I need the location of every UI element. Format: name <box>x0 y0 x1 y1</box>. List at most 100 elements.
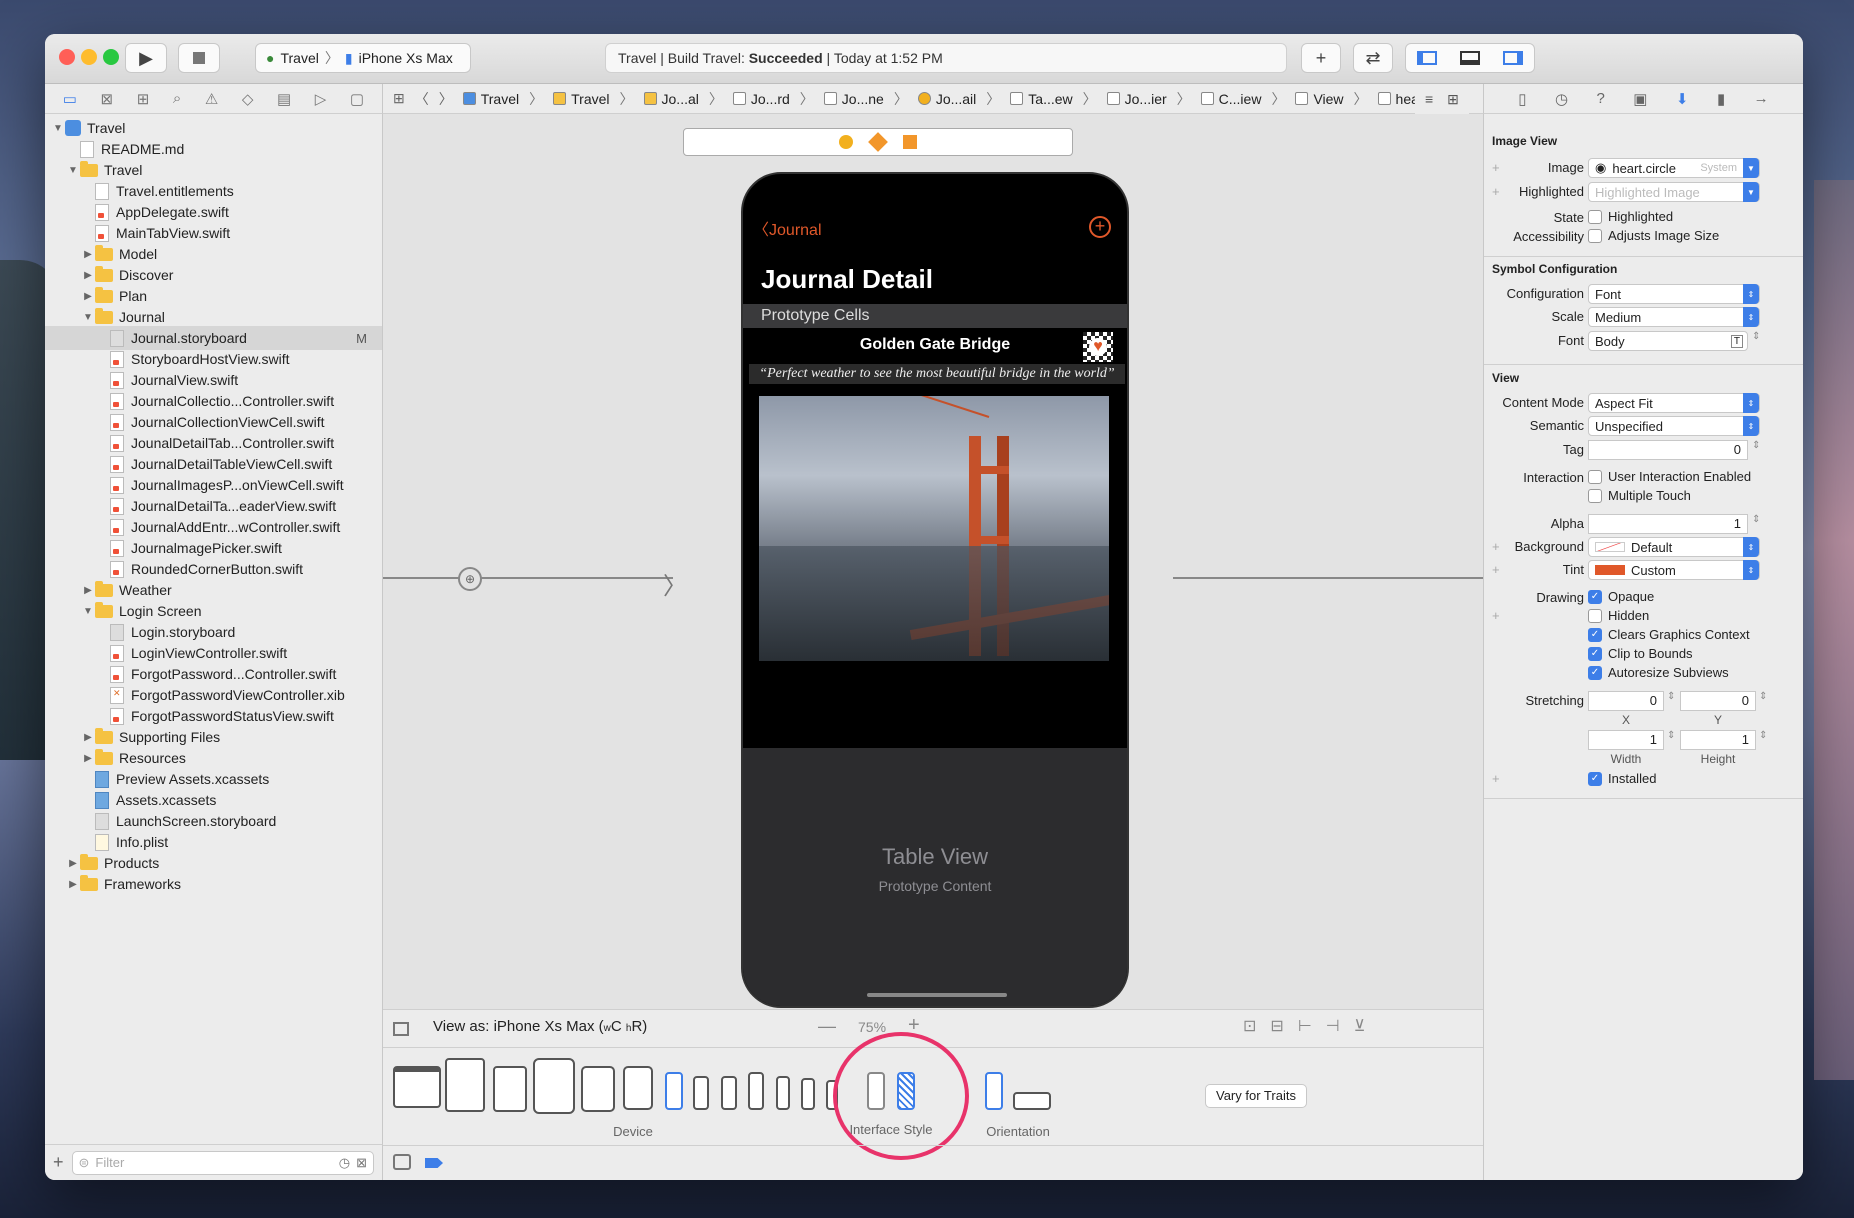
breakpoint-icon[interactable]: ▷ <box>315 90 327 108</box>
forward-icon[interactable]: 〉 <box>439 89 453 109</box>
warning-icon[interactable]: ⚠ <box>205 90 218 108</box>
heart-circle-image[interactable]: ♥ <box>1083 332 1113 362</box>
back-icon[interactable]: 〈 <box>415 89 429 109</box>
breadcrumb-item[interactable]: Jo...rd <box>732 91 790 107</box>
left-panel-icon[interactable] <box>1417 51 1438 65</box>
view-controller-icon[interactable] <box>839 135 853 149</box>
iphone-scene[interactable]: 〈Journal + Journal Detail Prototype Cell… <box>741 172 1129 1008</box>
search-icon[interactable]: ⌕ <box>173 90 181 107</box>
autoresize-checkbox[interactable]: ✓ Autoresize Subviews <box>1588 665 1729 680</box>
lines-icon[interactable]: ≡ <box>1425 91 1433 107</box>
recent-icon[interactable]: ◷ <box>339 1155 350 1171</box>
segue-icon[interactable]: ⊕ <box>458 567 482 591</box>
background-popup[interactable]: Default ⇕ <box>1588 537 1760 557</box>
stepper-icon[interactable]: ⇕ <box>1759 691 1767 702</box>
image-popup[interactable]: ◉ heart.circle System ▼ <box>1588 158 1760 178</box>
add-variation-icon[interactable]: + <box>1492 608 1500 623</box>
embed-icon[interactable]: ⊻ <box>1354 1016 1366 1036</box>
configuration-popup[interactable]: Font ⇕ <box>1588 284 1760 304</box>
connections-icon[interactable]: → <box>1754 90 1769 107</box>
breadcrumb-item[interactable]: C...iew <box>1200 91 1261 107</box>
disclosure-closed-icon[interactable]: ▶ <box>66 858 80 869</box>
scene-dock[interactable] <box>683 128 1073 156</box>
stretch-height-field[interactable]: 1 <box>1680 730 1756 750</box>
code-review-button[interactable]: ⇄ <box>1353 43 1393 73</box>
device-ipad-pro-landscape[interactable] <box>393 1066 441 1108</box>
device-ipad-air[interactable] <box>533 1058 575 1114</box>
breadcrumb-item[interactable]: View <box>1295 91 1344 107</box>
device-iphone-8[interactable] <box>776 1076 790 1110</box>
test-icon[interactable]: ◇ <box>242 90 254 108</box>
disclosure-open-icon[interactable]: ▼ <box>81 606 95 617</box>
zoom-out-icon[interactable]: — <box>818 1016 836 1037</box>
minimize-window-button[interactable] <box>81 49 97 65</box>
constraints-icon[interactable] <box>393 1154 411 1170</box>
stepper-icon[interactable]: ⇕ <box>1759 730 1767 741</box>
tint-popup[interactable]: Custom ⇕ <box>1588 560 1760 580</box>
landscape-button[interactable] <box>1013 1092 1051 1110</box>
device-iphone-xs-max[interactable] <box>665 1072 683 1110</box>
run-button[interactable]: ▶ <box>125 43 167 73</box>
stepper-icon[interactable]: ⇕ <box>1752 440 1760 451</box>
add-editor-icon[interactable]: ⊞ <box>1447 91 1459 108</box>
device-iphone-xr[interactable] <box>721 1076 737 1110</box>
stretch-width-field[interactable]: 1 <box>1588 730 1664 750</box>
attributes-inspector-icon[interactable]: ⬇ <box>1676 90 1689 108</box>
scheme-selector[interactable]: ● Travel 〉 ▮ iPhone Xs Max <box>255 43 471 73</box>
device-ipad[interactable] <box>581 1066 615 1112</box>
disclosure-closed-icon[interactable]: ▶ <box>81 585 95 596</box>
disclosure-closed-icon[interactable]: ▶ <box>81 249 95 260</box>
stretch-y-field[interactable]: 0 <box>1680 691 1756 711</box>
highlighted-image-popup[interactable]: Highlighted Image ▼ <box>1588 182 1760 202</box>
add-entry-icon[interactable]: + <box>1089 216 1111 238</box>
disclosure-open-icon[interactable]: ▼ <box>81 312 95 323</box>
tag-field[interactable]: 0 <box>1588 440 1748 460</box>
installed-checkbox[interactable]: ✓ Installed <box>1588 771 1656 786</box>
device-ipad-mini[interactable] <box>623 1066 653 1110</box>
device-iphone-8-plus[interactable] <box>748 1072 764 1110</box>
adjusts-image-size-checkbox[interactable]: Adjusts Image Size <box>1588 228 1719 243</box>
stepper-icon[interactable]: ⇕ <box>1667 691 1675 702</box>
stepper-icon[interactable]: ⇕ <box>1752 514 1760 525</box>
tag-icon[interactable] <box>425 1158 443 1168</box>
breadcrumb-item[interactable]: Travel <box>462 91 519 107</box>
history-icon[interactable]: ◷ <box>1555 90 1568 108</box>
filter-field[interactable]: ⊜ Filter ◷ ⊠ <box>71 1150 374 1175</box>
stepper-icon[interactable]: ⇕ <box>1752 331 1760 342</box>
stretch-x-field[interactable]: 0 <box>1588 691 1664 711</box>
disclosure-closed-icon[interactable]: ▶ <box>66 879 80 890</box>
semantic-popup[interactable]: Unspecified ⇕ <box>1588 416 1760 436</box>
hidden-checkbox[interactable]: Hidden <box>1588 608 1649 623</box>
back-button[interactable]: 〈Journal <box>753 216 822 240</box>
zoom-window-button[interactable] <box>103 49 119 65</box>
scm-filter-icon[interactable]: ⊠ <box>356 1155 367 1171</box>
folder-icon[interactable]: ▭ <box>63 90 77 108</box>
breadcrumb-item[interactable]: Travel <box>553 91 610 107</box>
clears-graphics-checkbox[interactable]: ✓ Clears Graphics Context <box>1588 627 1750 642</box>
update-frames-icon[interactable]: ⊡ <box>1243 1016 1256 1036</box>
exit-icon[interactable] <box>903 135 917 149</box>
report-icon[interactable]: ▢ <box>350 90 364 108</box>
clip-to-bounds-checkbox[interactable]: ✓ Clip to Bounds <box>1588 646 1693 661</box>
help-icon[interactable]: ? <box>1596 90 1604 107</box>
opaque-checkbox[interactable]: ✓ Opaque <box>1588 589 1654 604</box>
device-iphone-xs[interactable] <box>693 1076 709 1110</box>
file-inspector-icon[interactable]: ▯ <box>1518 90 1526 108</box>
multiple-touch-checkbox[interactable]: Multiple Touch <box>1588 488 1691 503</box>
scale-popup[interactable]: Medium ⇕ <box>1588 307 1760 327</box>
disclosure-open-icon[interactable]: ▼ <box>51 123 65 134</box>
navigator-group[interactable]: ▶ Frameworks <box>45 872 382 896</box>
highlighted-checkbox[interactable]: Highlighted <box>1588 209 1673 224</box>
add-variation-icon[interactable]: + <box>1492 771 1500 786</box>
identity-icon[interactable]: ▣ <box>1633 90 1647 108</box>
content-mode-popup[interactable]: Aspect Fit ⇕ <box>1588 393 1760 413</box>
debug-icon[interactable]: ▤ <box>277 90 291 108</box>
disclosure-closed-icon[interactable]: ▶ <box>81 291 95 302</box>
portrait-button[interactable] <box>985 1072 1003 1110</box>
resolve-icon[interactable]: ⊣ <box>1326 1016 1340 1036</box>
disclosure-open-icon[interactable]: ▼ <box>66 165 80 176</box>
device-ipad-pro-12[interactable] <box>445 1058 485 1112</box>
bottom-panel-icon[interactable] <box>1459 51 1480 65</box>
first-responder-icon[interactable] <box>868 132 888 152</box>
library-button[interactable]: + <box>1301 43 1341 73</box>
